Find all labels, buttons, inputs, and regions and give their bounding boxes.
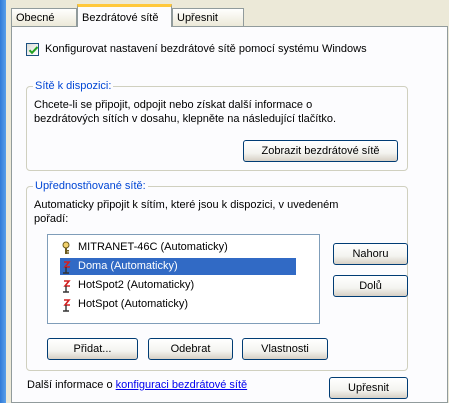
checkmark-icon bbox=[28, 45, 39, 54]
footer-info: Další informace o konfiguraci bezdrátové… bbox=[27, 377, 247, 393]
configure-wireless-label: Konfigurovat nastavení bezdrátové sítě p… bbox=[45, 43, 367, 55]
wireless-antenna-icon bbox=[63, 279, 71, 293]
tab-advanced[interactable]: Upřesnit bbox=[172, 8, 244, 26]
preferred-networks-description: Automaticky připojit k sítím, které jsou… bbox=[34, 198, 406, 226]
list-item-label: Doma (Automaticky) bbox=[76, 258, 180, 275]
properties-button[interactable]: Vlastnosti bbox=[242, 338, 328, 360]
list-item-label: MITRANET-46C (Automaticky) bbox=[78, 241, 228, 253]
available-networks-description-line-2: bezdrátových sítích v dosahu, klepněte n… bbox=[34, 113, 337, 125]
list-item[interactable]: HotSpot (Automaticky) bbox=[60, 296, 194, 313]
network-key-icon bbox=[62, 241, 70, 254]
list-item[interactable]: MITRANET-46C (Automaticky) bbox=[60, 239, 234, 256]
list-item[interactable]: Doma (Automaticky) bbox=[60, 258, 296, 275]
available-networks-description: Chcete-li se připojit, odpojit nebo získ… bbox=[34, 98, 406, 126]
move-down-button[interactable]: Dolů bbox=[333, 275, 408, 297]
preferred-networks-list[interactable]: MITRANET-46C (Automaticky) Doma (Automat… bbox=[47, 234, 320, 324]
tab-strip: Obecné Bezdrátové sítě Upřesnit bbox=[11, 0, 448, 27]
wireless-configuration-help-link[interactable]: konfiguraci bezdrátové sítě bbox=[116, 379, 247, 391]
list-item-label: HotSpot (Automaticky) bbox=[78, 298, 189, 310]
move-up-button[interactable]: Nahoru bbox=[333, 243, 408, 265]
configure-wireless-checkbox[interactable] bbox=[26, 42, 39, 56]
list-item-label: HotSpot2 (Automaticky) bbox=[78, 279, 195, 291]
tab-wireless-networks[interactable]: Bezdrátové sítě bbox=[77, 4, 172, 27]
preferred-networks-description-line-1: Automaticky připojit k sítím, které jsou… bbox=[34, 199, 339, 211]
show-wireless-networks-button[interactable]: Zobrazit bezdrátové sítě bbox=[243, 140, 398, 162]
wireless-antenna-icon bbox=[63, 298, 71, 312]
advanced-button[interactable]: Upřesnit bbox=[329, 377, 408, 399]
footer-info-text: Další informace o bbox=[27, 379, 116, 391]
available-networks-legend: Sítě k dispozici: bbox=[33, 79, 114, 93]
wireless-antenna-icon bbox=[63, 260, 71, 274]
configure-wireless-checkbox-row[interactable]: Konfigurovat nastavení bezdrátové sítě p… bbox=[26, 41, 367, 57]
available-networks-description-line-1: Chcete-li se připojit, odpojit nebo získ… bbox=[34, 99, 313, 111]
remove-network-button[interactable]: Odebrat bbox=[148, 338, 233, 360]
preferred-networks-legend: Upřednostňované sítě: bbox=[33, 179, 148, 193]
tab-general[interactable]: Obecné bbox=[11, 8, 77, 26]
add-network-button[interactable]: Přidat... bbox=[47, 338, 138, 360]
preferred-networks-description-line-2: pořadí: bbox=[34, 213, 69, 225]
list-item[interactable]: HotSpot2 (Automaticky) bbox=[60, 277, 200, 294]
